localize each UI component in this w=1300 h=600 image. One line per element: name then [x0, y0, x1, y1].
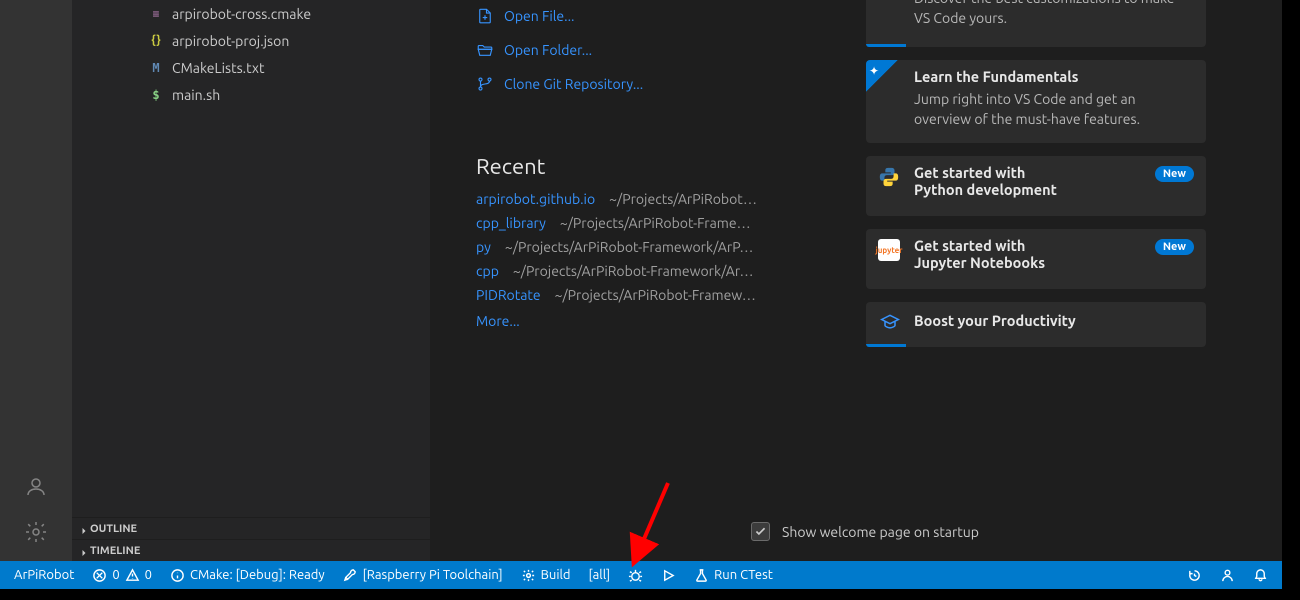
walkthrough-fundamentals[interactable]: ✦ Learn the Fundamentals Jump right into… — [866, 60, 1206, 144]
status-debug-button[interactable] — [622, 561, 649, 589]
new-badge: New — [1155, 239, 1194, 255]
recent-item[interactable]: cpp ~/Projects/ArPiRobot-Framework/Ar… — [476, 263, 826, 279]
status-build-target[interactable]: [all] — [583, 561, 617, 589]
check-icon — [754, 525, 767, 538]
right-border — [1282, 0, 1300, 590]
history-icon — [1187, 568, 1202, 583]
status-problems[interactable]: 0 0 — [86, 561, 158, 589]
status-history[interactable] — [1181, 561, 1208, 589]
file-tree-item[interactable]: ≡ arpirobot-cross.cmake — [88, 0, 430, 27]
file-tree-item[interactable]: {} arpirobot-proj.json — [88, 27, 430, 54]
accounts-icon[interactable] — [24, 475, 48, 502]
outline-section-header[interactable]: OUTLINE — [72, 517, 430, 539]
warning-icon — [125, 568, 140, 583]
show-welcome-checkbox-row: Show welcome page on startup — [751, 522, 979, 541]
walkthrough-productivity[interactable]: Boost your Productivity — [866, 302, 1206, 347]
open-file-link[interactable]: Open File... — [476, 0, 826, 32]
tools-icon — [343, 568, 358, 583]
file-tree-item[interactable]: M CMakeLists.txt — [88, 54, 430, 81]
file-name: CMakeLists.txt — [172, 60, 264, 76]
file-name: arpirobot-cross.cmake — [172, 6, 311, 22]
chevron-right-icon — [78, 547, 86, 555]
git-branch-icon — [476, 75, 494, 93]
new-badge: New — [1155, 166, 1194, 182]
status-cmake[interactable]: CMake: [Debug]: Ready — [164, 561, 331, 589]
walkthrough-customize[interactable]: Discover the best customizations to make… — [866, 0, 1206, 47]
mortarboard-icon — [880, 312, 900, 332]
editor-area: Open File... Open Folder... Clone Git Re… — [430, 0, 1300, 561]
info-icon — [170, 568, 185, 583]
new-file-icon — [476, 7, 494, 25]
cmake-file-icon: ≡ — [148, 6, 164, 22]
json-file-icon: {} — [148, 33, 164, 49]
status-bar: ArPiRobot 0 0 CMake: [Debug]: Ready [Ras… — [0, 561, 1282, 589]
debug-icon — [628, 568, 643, 583]
person-icon — [1220, 568, 1235, 583]
status-toolchain[interactable]: [Raspberry Pi Toolchain] — [337, 561, 509, 589]
file-name: arpirobot-proj.json — [172, 33, 289, 49]
status-build-button[interactable]: Build — [515, 561, 577, 589]
folder-open-icon — [476, 41, 494, 59]
activity-bar — [0, 0, 72, 561]
gear-icon — [521, 568, 536, 583]
progress-indicator — [866, 44, 906, 47]
python-icon — [878, 166, 900, 188]
chevron-right-icon — [78, 525, 86, 533]
clone-repo-link[interactable]: Clone Git Repository... — [476, 68, 826, 100]
timeline-section-header[interactable]: TIMELINE — [72, 539, 430, 561]
file-tree-item[interactable]: $ main.sh — [88, 81, 430, 108]
start-list: Open File... Open Folder... Clone Git Re… — [476, 0, 826, 100]
recent-list: arpirobot.github.io ~/Projects/ArPiRobot… — [476, 191, 826, 329]
status-project[interactable]: ArPiRobot — [8, 561, 80, 589]
status-run-ctest[interactable]: Run CTest — [688, 561, 779, 589]
recent-section-header: Recent — [476, 154, 826, 179]
explorer-sidebar: ≡ arpirobot-cross.cmake {} arpirobot-pro… — [72, 0, 430, 561]
status-feedback[interactable] — [1214, 561, 1241, 589]
jupyter-icon: jupyter — [878, 239, 900, 261]
play-icon — [661, 568, 676, 583]
recent-item[interactable]: cpp_library ~/Projects/ArPiRobot-Frame… — [476, 215, 826, 231]
file-tree: ≡ arpirobot-cross.cmake {} arpirobot-pro… — [72, 0, 430, 517]
show-welcome-checkbox[interactable] — [751, 522, 770, 541]
file-name: main.sh — [172, 87, 220, 103]
bottom-border — [0, 589, 1300, 600]
error-icon — [92, 568, 107, 583]
recent-item[interactable]: py ~/Projects/ArPiRobot-Framework/ArP… — [476, 239, 826, 255]
cmakelists-file-icon: M — [148, 60, 164, 76]
open-folder-link[interactable]: Open Folder... — [476, 34, 826, 66]
checkbox-label: Show welcome page on startup — [782, 524, 979, 540]
walkthrough-jupyter[interactable]: jupyter Get started withJupyter Notebook… — [866, 229, 1206, 289]
settings-gear-icon[interactable] — [24, 520, 48, 547]
status-run-button[interactable] — [655, 561, 682, 589]
bell-icon — [1253, 568, 1268, 583]
beaker-icon — [694, 568, 709, 583]
progress-indicator — [866, 344, 906, 347]
recent-more-link[interactable]: More... — [476, 313, 826, 329]
recent-item[interactable]: PIDRotate ~/Projects/ArPiRobot-Framew… — [476, 287, 826, 303]
walkthrough-python[interactable]: Get started withPython development New — [866, 156, 1206, 216]
status-notifications[interactable] — [1247, 561, 1274, 589]
shell-file-icon: $ — [148, 87, 164, 103]
star-icon: ✦ — [869, 64, 879, 78]
recent-item[interactable]: arpirobot.github.io ~/Projects/ArPiRobot… — [476, 191, 826, 207]
